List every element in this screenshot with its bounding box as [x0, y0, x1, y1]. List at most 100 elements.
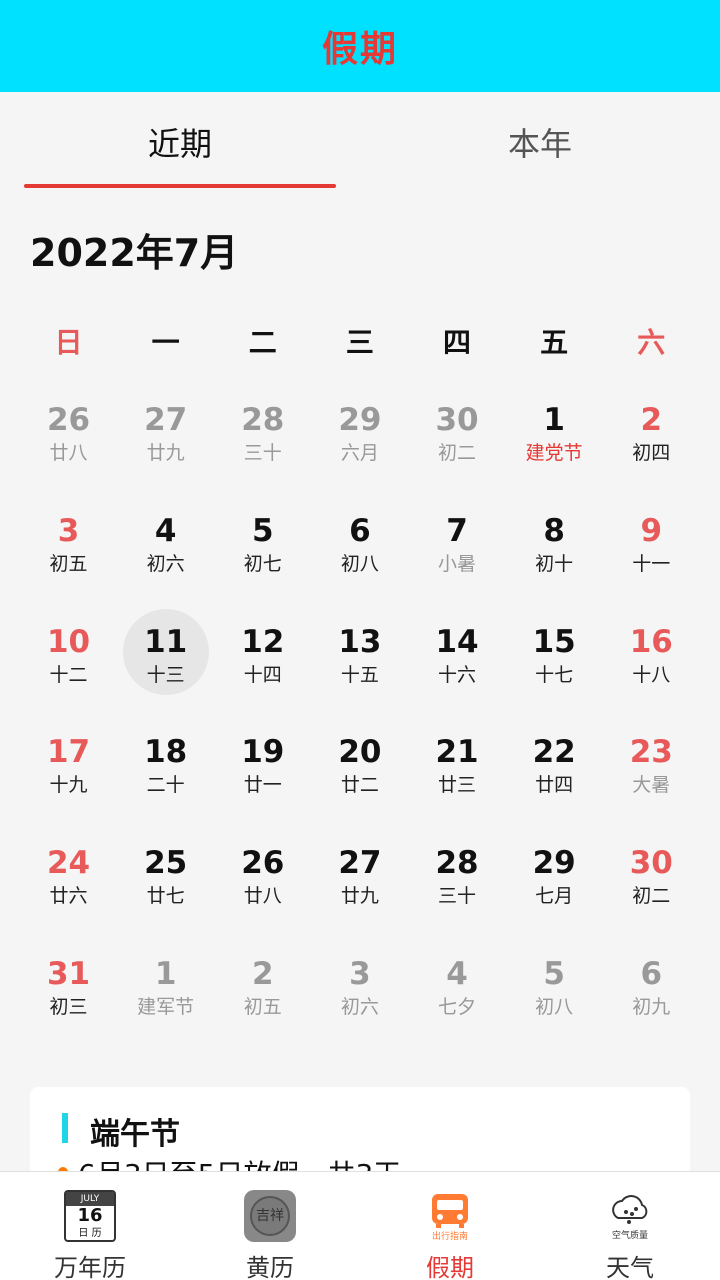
calendar-day[interactable]: 17 十九: [20, 714, 117, 825]
day-number: 5: [543, 955, 565, 992]
day-number: 29: [532, 845, 576, 882]
day-number: 23: [629, 734, 673, 771]
lunar-date: 初二: [632, 885, 671, 908]
lunar-date: 七夕: [438, 995, 477, 1018]
weekday-sat: 六: [637, 326, 666, 359]
calendar-day[interactable]: 2 初四: [603, 382, 700, 493]
lunar-date: 三十: [243, 442, 282, 464]
calendar-day[interactable]: 4 七夕: [409, 936, 506, 1047]
calendar-day[interactable]: 3 初五: [20, 493, 117, 604]
nav-huangli[interactable]: 吉祥 黄历: [180, 1172, 360, 1280]
month-title: 2022年7月: [30, 231, 239, 275]
lunar-date: 十七: [535, 663, 574, 686]
calendar-icon: JULY 16 日 历: [64, 1190, 116, 1242]
calendar-day[interactable]: 16 十八: [603, 604, 700, 715]
lunar-date: 建党节: [525, 442, 583, 464]
lunar-date: 三十: [438, 885, 477, 908]
lunar-date: 廿四: [535, 774, 574, 797]
calendar-day[interactable]: 29 七月: [506, 825, 603, 936]
calendar-day[interactable]: 31 初三: [20, 936, 117, 1047]
calendar-day[interactable]: 2 初五: [214, 936, 311, 1047]
lunar-date: 初六: [340, 995, 379, 1018]
day-number: 28: [435, 845, 479, 882]
calendar-day[interactable]: 8 初十: [506, 493, 603, 604]
calendar-day[interactable]: 5 初八: [506, 936, 603, 1047]
calendar-day[interactable]: 28 三十: [409, 825, 506, 936]
lunar-date: 廿一: [243, 774, 282, 797]
calendar-day[interactable]: 1 建军节: [117, 936, 214, 1047]
day-number: 5: [252, 512, 274, 549]
nav-holiday[interactable]: 出行指南 假期: [360, 1172, 540, 1280]
calendar-day[interactable]: 28 三十: [214, 382, 311, 493]
day-number: 7: [446, 512, 468, 549]
calendar-day[interactable]: 6 初九: [603, 936, 700, 1047]
lunar-date: 廿八: [243, 885, 282, 908]
calendar-week: 31 初三 1 建军节 2 初五 3 初六 4 七夕 5 初八 6 初九: [20, 936, 700, 1047]
lunar-date: 初十: [535, 552, 574, 575]
calendar-day[interactable]: 5 初七: [214, 493, 311, 604]
lunar-date: 小暑: [438, 552, 477, 575]
calendar-day[interactable]: 26 廿八: [214, 825, 311, 936]
calendar-week: 10 十二 11 十三 12 十四 13 十五 14 十六 15 十七 16 十八: [20, 604, 700, 715]
calendar-day[interactable]: 9 十一: [603, 493, 700, 604]
calendar-day[interactable]: 18 二十: [117, 714, 214, 825]
lunar-date: 廿二: [340, 774, 379, 797]
calendar-day[interactable]: 3 初六: [311, 936, 408, 1047]
day-number: 15: [532, 623, 576, 660]
calendar-day[interactable]: 27 廿九: [117, 382, 214, 493]
calendar-day[interactable]: 23 大暑: [603, 714, 700, 825]
calendar-day[interactable]: 22 廿四: [506, 714, 603, 825]
calendar-day[interactable]: 24 廿六: [20, 825, 117, 936]
day-number: 27: [144, 402, 188, 438]
app-header: 假期: [0, 0, 720, 92]
lunar-date: 初六: [146, 552, 185, 575]
calendar-day[interactable]: 20 廿二: [311, 714, 408, 825]
nav-holiday-label: 假期: [426, 1254, 474, 1280]
page-title: 假期: [321, 29, 398, 70]
nav-calendar-label: 万年历: [54, 1254, 126, 1280]
calendar-day[interactable]: 27 廿九: [311, 825, 408, 936]
tab-recent[interactable]: 近期: [0, 92, 360, 192]
calendar-day[interactable]: 10 十二: [20, 604, 117, 715]
calendar-day[interactable]: 14 十六: [409, 604, 506, 715]
day-number: 12: [241, 623, 285, 660]
calendar-day[interactable]: 13 十五: [311, 604, 408, 715]
lunar-date: 初五: [243, 995, 282, 1018]
calendar-day[interactable]: 29 六月: [311, 382, 408, 493]
lunar-date: 十一: [632, 552, 671, 575]
tab-this-year[interactable]: 本年: [360, 92, 720, 192]
day-number: 16: [629, 623, 673, 660]
calendar-day[interactable]: 25 廿七: [117, 825, 214, 936]
day-number: 31: [46, 955, 91, 992]
day-number: 26: [46, 402, 91, 438]
lunar-date: 初四: [632, 442, 671, 464]
calendar-day[interactable]: 6 初八: [311, 493, 408, 604]
calendar-day[interactable]: 26 廿八: [20, 382, 117, 493]
day-number: 1: [154, 955, 177, 992]
day-number: 25: [144, 845, 188, 882]
weekday-fri: 五: [540, 326, 569, 359]
day-number: 4: [154, 512, 177, 549]
lunar-date: 廿三: [438, 774, 477, 797]
calendar-day[interactable]: 4 初六: [117, 493, 214, 604]
calendar-day[interactable]: 30 初二: [603, 825, 700, 936]
calendar-day[interactable]: 21 廿三: [409, 714, 506, 825]
day-number: 2: [252, 955, 274, 992]
calendar-day[interactable]: 30 初二: [409, 382, 506, 493]
huangli-seal-icon: 吉祥: [244, 1190, 296, 1242]
calendar-grid: 26 廿八 27 廿九 28 三十 29 六月 30 初二 1 建党节 2 初四 3 初五 4 初六 5 初七 6 初八 7…: [20, 382, 700, 1047]
calendar-day[interactable]: 15 十七: [506, 604, 603, 715]
lunar-date: 大暑: [632, 774, 671, 797]
calendar-day[interactable]: 19 廿一: [214, 714, 311, 825]
weekday-tue: 二: [248, 326, 277, 359]
lunar-date: 建军节: [137, 995, 195, 1018]
nav-weather[interactable]: 空气质量 天气: [540, 1172, 720, 1280]
calendar-day-today[interactable]: 11 十三: [117, 604, 214, 715]
calendar-day[interactable]: 12 十四: [214, 604, 311, 715]
calendar-day[interactable]: 1 建党节: [506, 382, 603, 493]
day-number: 9: [640, 512, 663, 549]
calendar-day[interactable]: 7 小暑: [409, 493, 506, 604]
lunar-date: 十九: [49, 774, 88, 797]
nav-calendar[interactable]: JULY 16 日 历 万年历: [0, 1172, 180, 1280]
day-number: 26: [241, 845, 285, 882]
